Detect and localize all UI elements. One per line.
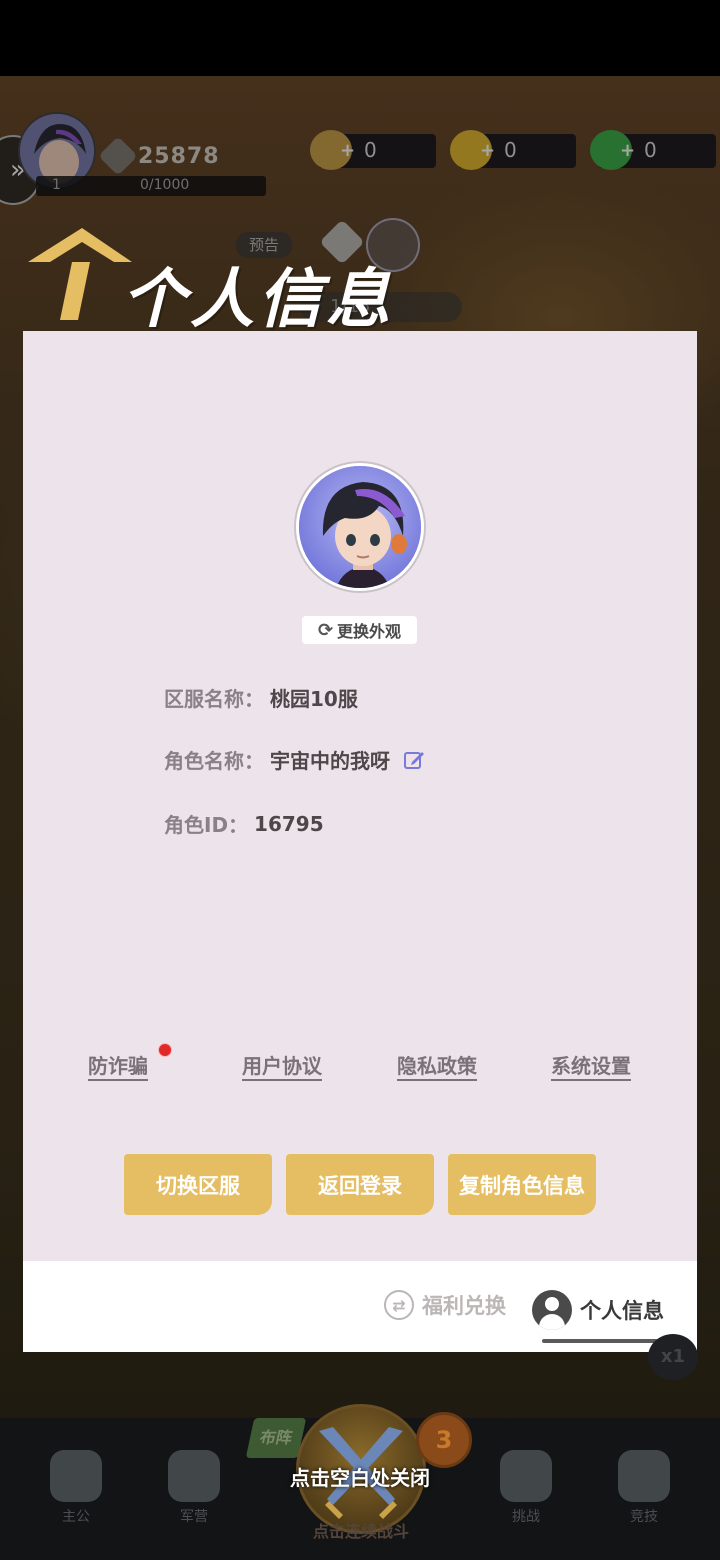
exchange-icon: ⇄ — [384, 1290, 414, 1320]
close-hint: 点击空白处关闭 — [290, 1466, 430, 1490]
anti-fraud-link[interactable]: 防诈骗 — [88, 1050, 148, 1079]
user-agreement-link[interactable]: 用户协议 — [242, 1050, 322, 1079]
tab-profile-label: 个人信息 — [580, 1299, 664, 1323]
role-id-row: 角色ID： 16795 — [164, 809, 324, 838]
active-tab-indicator — [542, 1339, 658, 1343]
role-name-value: 宇宙中的我呀 — [270, 749, 390, 773]
user-icon — [532, 1290, 572, 1330]
speed-button[interactable]: x1 — [648, 1334, 698, 1380]
role-id-value: 16795 — [254, 811, 324, 836]
server-row: 区服名称： 桃园10服 — [164, 683, 358, 712]
continuous-battle-label: 点击连续战斗 — [312, 1522, 409, 1541]
tab-welfare-exchange[interactable]: ⇄ 福利兑换 — [384, 1290, 506, 1320]
switch-server-button[interactable]: 切换区服 — [124, 1154, 272, 1215]
role-id-label: 角色ID： — [164, 813, 249, 837]
character-portrait-icon — [299, 466, 421, 588]
nav-label: 竞技 — [630, 1509, 658, 1525]
change-appearance-label: 更换外观 — [337, 622, 402, 641]
page-title: 个人信息 — [122, 263, 394, 337]
tab-profile[interactable]: 个人信息 — [532, 1290, 664, 1330]
profile-avatar[interactable] — [296, 463, 424, 591]
server-value: 桃园10服 — [270, 687, 358, 711]
edit-icon[interactable] — [402, 748, 426, 772]
refresh-icon: ⟳ — [317, 619, 334, 641]
role-name-row: 角色名称： 宇宙中的我呀 — [164, 745, 426, 774]
nav-label: 军营 — [180, 1509, 208, 1525]
privacy-policy-link[interactable]: 隐私政策 — [397, 1050, 477, 1079]
change-appearance-button[interactable]: ⟳ 更换外观 — [302, 616, 417, 644]
server-label: 区服名称： — [164, 687, 264, 711]
copy-role-info-button[interactable]: 复制角色信息 — [448, 1154, 596, 1215]
nav-label: 挑战 — [512, 1509, 540, 1525]
notification-dot — [158, 1043, 172, 1057]
role-name-label: 角色名称： — [164, 749, 264, 773]
back-to-login-button[interactable]: 返回登录 — [286, 1154, 434, 1215]
status-bar — [0, 0, 720, 76]
pencil-square-icon — [404, 751, 424, 769]
nav-label: 主公 — [62, 1509, 90, 1525]
system-settings-link[interactable]: 系统设置 — [551, 1050, 631, 1079]
tab-welfare-label: 福利兑换 — [422, 1294, 506, 1318]
count-badge[interactable]: 3 — [416, 1412, 472, 1468]
